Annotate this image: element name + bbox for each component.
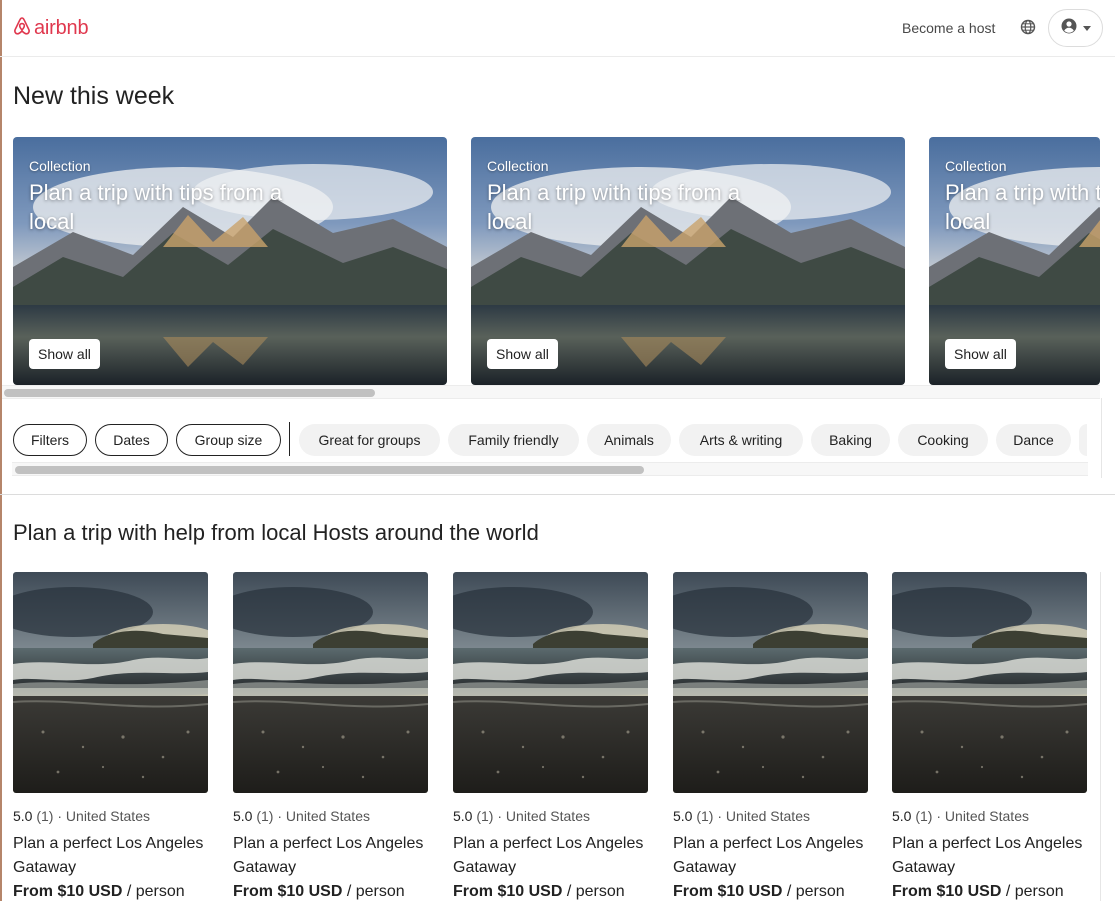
card-price: From $10 USD / person [673, 883, 868, 901]
collection-kicker: Collection [487, 158, 549, 174]
rating-value: 5.0 [453, 808, 473, 824]
category-pill[interactable]: Cooking [898, 424, 988, 456]
card-meta: 5.0 (1) · United States [673, 808, 868, 824]
category-pill[interactable]: Family friendly [448, 424, 579, 456]
experience-card[interactable]: 5.0 (1) · United States Plan a perfect L… [453, 572, 648, 901]
price-amount: From $10 USD [892, 883, 1002, 900]
card-location: · United States [717, 808, 810, 824]
review-count: (1) [256, 808, 274, 824]
price-unit: / person [342, 883, 405, 900]
collection-card[interactable]: Collection Plan a trip with tips from a … [929, 137, 1100, 385]
filter-bar: Filters Dates Group size Great for group… [2, 398, 1102, 478]
category-pill[interactable]: Great for groups [299, 424, 440, 456]
card-price: From $10 USD / person [892, 883, 1087, 901]
top-nav: airbnb Become a host [0, 0, 1115, 57]
rating-value: 5.0 [892, 808, 912, 824]
category-pill[interactable]: Arts & writing [679, 424, 803, 456]
price-amount: From $10 USD [673, 883, 783, 900]
beach-image [673, 572, 868, 793]
card-location: · United States [57, 808, 150, 824]
card-meta: 5.0 (1) · United States [13, 808, 208, 824]
price-unit: / person [782, 883, 845, 900]
card-location: · United States [497, 808, 590, 824]
category-pill[interactable]: Baking [811, 424, 890, 456]
scrollbar-thumb[interactable] [15, 466, 644, 474]
card-price: From $10 USD / person [453, 883, 648, 901]
price-amount: From $10 USD [233, 883, 343, 900]
card-title: Plan a perfect Los Angeles Gataway [13, 835, 204, 876]
beach-image [892, 572, 1087, 793]
price-unit: / person [562, 883, 625, 900]
collection-card[interactable]: Collection Plan a trip with tips from a … [471, 137, 905, 385]
chevron-down-icon [1082, 25, 1091, 31]
collection-title: Plan a trip with tips from a local [487, 180, 741, 234]
rating-value: 5.0 [673, 808, 693, 824]
show-all-button[interactable]: Show all [29, 339, 100, 369]
beach-image [453, 572, 648, 793]
experience-card[interactable]: 5.0 (1) · United States Plan a perfect L… [233, 572, 428, 901]
show-all-button[interactable]: Show all [945, 339, 1016, 369]
review-count: (1) [36, 808, 54, 824]
review-count: (1) [476, 808, 494, 824]
card-meta: 5.0 (1) · United States [892, 808, 1087, 824]
filters-button[interactable]: Filters [13, 424, 87, 456]
filter-divider [289, 422, 290, 456]
rating-value: 5.0 [13, 808, 33, 824]
collection-kicker: Collection [945, 158, 1007, 174]
review-count: (1) [696, 808, 714, 824]
collection-kicker: Collection [29, 158, 91, 174]
price-amount: From $10 USD [453, 883, 563, 900]
beach-image [233, 572, 428, 793]
card-row-edge [1100, 572, 1115, 901]
price-amount: From $10 USD [13, 883, 123, 900]
become-host-link[interactable]: Become a host [902, 20, 995, 36]
collection-card[interactable]: Collection Plan a trip with tips from a … [13, 137, 447, 385]
category-pill[interactable]: Animals [587, 424, 671, 456]
section-title-local-hosts: Plan a trip with help from local Hosts a… [13, 520, 539, 545]
card-price: From $10 USD / person [233, 883, 428, 901]
card-title: Plan a perfect Los Angeles Gataway [233, 835, 424, 876]
scrollbar-thumb[interactable] [4, 389, 375, 397]
rating-value: 5.0 [233, 808, 253, 824]
beach-image [13, 572, 208, 793]
price-unit: / person [122, 883, 185, 900]
card-title: Plan a perfect Los Angeles Gataway [673, 835, 864, 876]
experience-card[interactable]: 5.0 (1) · United States Plan a perfect L… [892, 572, 1087, 901]
card-location: · United States [277, 808, 370, 824]
experience-card[interactable]: 5.0 (1) · United States Plan a perfect L… [13, 572, 208, 901]
card-price: From $10 USD / person [13, 883, 208, 901]
review-count: (1) [915, 808, 933, 824]
category-pill-partial[interactable] [1079, 424, 1087, 456]
card-meta: 5.0 (1) · United States [233, 808, 428, 824]
card-title: Plan a perfect Los Angeles Gataway [892, 835, 1083, 876]
price-unit: / person [1001, 883, 1064, 900]
section-title-new-this-week: New this week [13, 82, 175, 110]
category-pill[interactable]: Dance [996, 424, 1071, 456]
section-divider [0, 494, 1115, 495]
globe-icon[interactable] [1020, 19, 1036, 40]
card-location: · United States [936, 808, 1029, 824]
logo[interactable]: airbnb [13, 16, 89, 41]
dates-button[interactable]: Dates [95, 424, 168, 456]
show-all-button[interactable]: Show all [487, 339, 558, 369]
user-avatar-icon [1061, 18, 1077, 39]
card-meta: 5.0 (1) · United States [453, 808, 648, 824]
collection-title: Plan a trip with tips from a local [945, 180, 1100, 234]
airbnb-logo-icon [13, 16, 31, 41]
filters-scrollbar[interactable] [12, 462, 1088, 476]
logo-text: airbnb [34, 17, 89, 39]
group-size-button[interactable]: Group size [176, 424, 281, 456]
experience-card[interactable]: 5.0 (1) · United States Plan a perfect L… [673, 572, 868, 901]
card-title: Plan a perfect Los Angeles Gataway [453, 835, 644, 876]
profile-menu-button[interactable] [1048, 9, 1103, 47]
collections-scrollbar[interactable] [2, 385, 1100, 399]
collection-title: Plan a trip with tips from a local [29, 180, 283, 234]
